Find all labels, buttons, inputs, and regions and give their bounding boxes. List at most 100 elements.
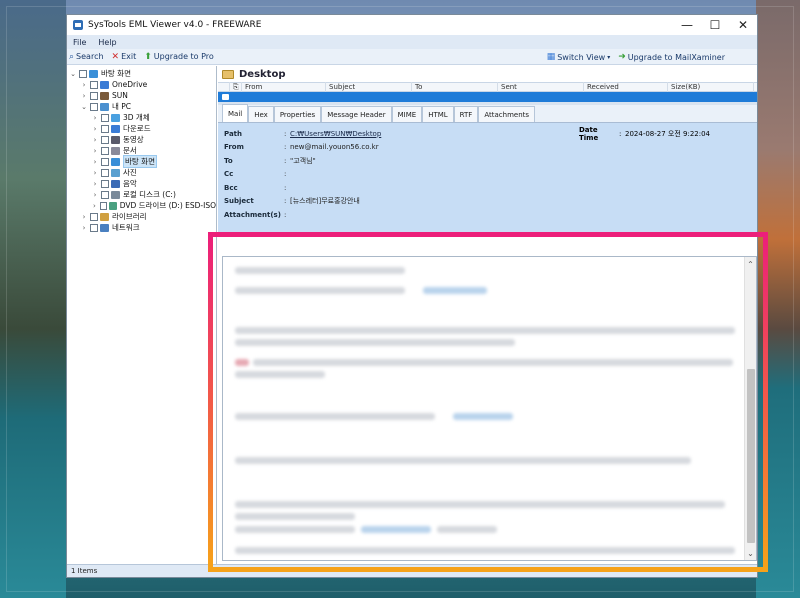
mail-body-content	[227, 261, 745, 558]
subject-row: Subject : [뉴스레터]무료홍강안내	[224, 197, 360, 206]
chevron-right-icon[interactable]: ›	[91, 125, 99, 133]
message-row-selected[interactable]	[218, 92, 757, 102]
tab-mail[interactable]: Mail	[222, 104, 249, 122]
scroll-down-icon[interactable]: ⌄	[745, 546, 756, 560]
date-label: Date Time	[579, 125, 599, 142]
tab-html[interactable]: HTML	[422, 106, 454, 122]
tree-checkbox[interactable]	[101, 146, 109, 155]
tree-item[interactable]: › 동영상	[67, 134, 216, 145]
tree-item[interactable]: › 로컬 디스크 (C:)	[67, 189, 216, 200]
exit-button[interactable]: ✕ Exit	[112, 52, 137, 62]
tree-checkbox[interactable]	[99, 201, 107, 210]
tree-checkbox[interactable]	[101, 124, 109, 133]
folder-tree: ⌄ 바탕 화면 › OneDrive › SUN ⌄ 내 PC › 3D 개체 › 다운로드 › 동영상 ›…	[67, 66, 217, 564]
tree-checkbox[interactable]	[101, 135, 109, 144]
mail-body-preview[interactable]: ⌃ ⌄	[222, 256, 757, 561]
chevron-right-icon[interactable]: ›	[80, 213, 88, 221]
tree-item[interactable]: › 라이브러리	[67, 211, 216, 222]
upgrade-mailxaminer-label: Upgrade to MailXaminer	[627, 52, 725, 62]
chevron-right-icon[interactable]: ›	[80, 224, 88, 232]
close-button[interactable]: ✕	[729, 15, 757, 35]
menu-help[interactable]: Help	[98, 38, 116, 47]
scroll-up-icon[interactable]: ⌃	[745, 257, 756, 271]
col-subject[interactable]: Subject	[326, 82, 412, 92]
minimize-button[interactable]: —	[673, 15, 701, 35]
blurred-text-line	[235, 457, 691, 464]
vertical-scrollbar[interactable]: ⌃ ⌄	[744, 257, 756, 560]
tree-item-label: 동영상	[123, 135, 144, 144]
tree-checkbox[interactable]	[90, 212, 98, 221]
tree-checkbox[interactable]	[101, 179, 109, 188]
tree-checkbox[interactable]	[90, 91, 98, 100]
toolbar: ⌕ Search ✕ Exit ⬆ Upgrade to Pro ▦ Switc…	[67, 49, 757, 65]
col-sent[interactable]: Sent	[498, 82, 584, 92]
tree-item[interactable]: › SUN	[67, 90, 216, 101]
chevron-right-icon[interactable]: ›	[91, 169, 99, 177]
tree-checkbox[interactable]	[101, 168, 109, 177]
tree-checkbox[interactable]	[101, 190, 109, 199]
tab-message-header[interactable]: Message Header	[321, 106, 392, 122]
chevron-down-icon[interactable]: ⌄	[69, 70, 77, 78]
tree-checkbox[interactable]	[79, 69, 87, 78]
tree-item-label: DVD 드라이브 (D:) ESD-ISO	[119, 201, 216, 210]
blurred-link	[361, 526, 431, 533]
menu-file[interactable]: File	[73, 38, 86, 47]
tree-item[interactable]: › DVD 드라이브 (D:) ESD-ISO	[67, 200, 216, 211]
tree-item[interactable]: ⌄ 바탕 화면	[67, 68, 216, 79]
col-size[interactable]: Size(KB)	[668, 82, 754, 92]
search-label: Search	[76, 52, 104, 61]
upgrade-pro-button[interactable]: ⬆ Upgrade to Pro	[144, 52, 214, 62]
chevron-right-icon[interactable]: ›	[91, 158, 99, 166]
scroll-thumb[interactable]	[747, 369, 755, 543]
maximize-button[interactable]: ☐	[701, 15, 729, 35]
chevron-right-icon[interactable]: ›	[91, 191, 99, 199]
tree-item[interactable]: › 바탕 화면	[67, 155, 216, 168]
tab-rtf[interactable]: RTF	[453, 106, 479, 122]
upgrade-mailxaminer-button[interactable]: ➜ Upgrade to MailXaminer	[618, 52, 725, 62]
chevron-right-icon[interactable]: ›	[91, 147, 99, 155]
tree-item[interactable]: › 사진	[67, 167, 216, 178]
tree-item-label: 네트워크	[112, 223, 140, 232]
to-value: "고객님"	[290, 156, 316, 165]
chevron-right-icon[interactable]: ›	[91, 202, 98, 210]
tree-item[interactable]: › 네트워크	[67, 222, 216, 233]
tree-item[interactable]: ⌄ 내 PC	[67, 101, 216, 112]
tree-checkbox[interactable]	[90, 102, 98, 111]
chevron-right-icon[interactable]: ›	[91, 114, 99, 122]
tree-checkbox[interactable]	[90, 80, 98, 89]
chevron-right-icon[interactable]: ›	[80, 92, 88, 100]
tree-item[interactable]: › 3D 개체	[67, 112, 216, 123]
attachments-label: Attachment(s)	[224, 210, 281, 219]
tree-item[interactable]: › OneDrive	[67, 79, 216, 90]
chevron-right-icon[interactable]: ›	[91, 180, 99, 188]
chevron-right-icon[interactable]: ›	[80, 81, 88, 89]
tree-checkbox[interactable]	[90, 223, 98, 232]
subject-label: Subject	[224, 197, 254, 206]
col-from[interactable]: From	[242, 82, 326, 92]
path-label: Path	[224, 129, 242, 138]
switch-view-button[interactable]: ▦ Switch View ▾	[547, 52, 611, 62]
path-value[interactable]: C:₩Users₩SUN₩Desktop	[290, 130, 381, 138]
tree-item-label: OneDrive	[112, 80, 148, 89]
blurred-text-line	[235, 513, 355, 520]
bcc-label: Bcc	[224, 183, 238, 192]
tab-properties[interactable]: Properties	[273, 106, 322, 122]
tree-item[interactable]: › 음악	[67, 178, 216, 189]
tab-attachments[interactable]: Attachments	[478, 106, 536, 122]
app-window: SysTools EML Viewer v4.0 - FREEWARE — ☐ …	[66, 14, 758, 578]
select-all-checkbox[interactable]	[218, 82, 230, 92]
tree-checkbox[interactable]	[101, 113, 109, 122]
folder-icon	[111, 179, 120, 188]
col-to[interactable]: To	[412, 82, 498, 92]
chevron-down-icon[interactable]: ⌄	[80, 103, 88, 111]
window-title: SysTools EML Viewer v4.0 - FREEWARE	[88, 20, 262, 30]
tree-item[interactable]: › 다운로드	[67, 123, 216, 134]
tab-mime[interactable]: MIME	[391, 106, 423, 122]
tab-hex[interactable]: Hex	[248, 106, 274, 122]
chevron-right-icon[interactable]: ›	[91, 136, 99, 144]
upgrade-arrow-icon: ⬆	[144, 51, 152, 62]
mail-headers: Path : C:₩Users₩SUN₩Desktop From : new@m…	[218, 123, 757, 235]
search-button[interactable]: ⌕ Search	[69, 52, 104, 62]
col-received[interactable]: Received	[584, 82, 668, 92]
tree-checkbox[interactable]	[101, 157, 109, 166]
